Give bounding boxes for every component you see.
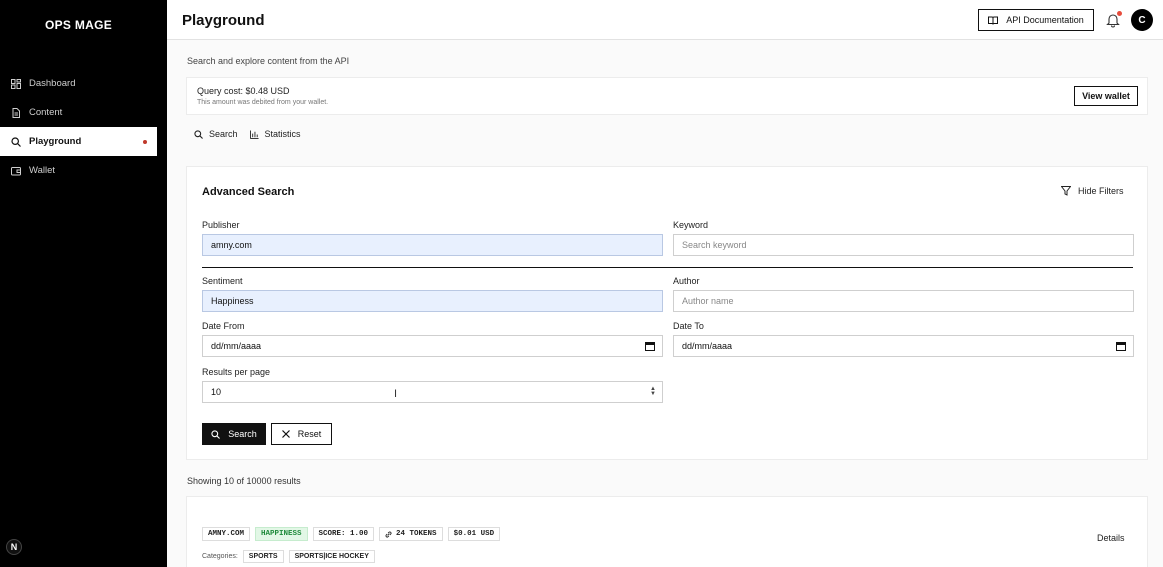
- sidebar-item-label: Dashboard: [29, 78, 76, 89]
- advanced-search-panel: Advanced Search Hide Filters Publisher a…: [186, 166, 1148, 460]
- api-documentation-label: API Documentation: [1006, 15, 1084, 25]
- sentiment-tag: HAPPINESS: [255, 527, 308, 541]
- date-to-field[interactable]: dd/mm/aaaa: [673, 335, 1134, 357]
- result-card: AMNY.COM HAPPINESS SCORE: 1.00 24 TOKENS…: [186, 496, 1148, 567]
- tab-search[interactable]: Search: [194, 129, 238, 139]
- date-from-field[interactable]: dd/mm/aaaa: [202, 335, 663, 357]
- sidebar-item-playground[interactable]: Playground: [0, 127, 157, 156]
- date-from-value: dd/mm/aaaa: [211, 341, 262, 351]
- search-button[interactable]: Search: [202, 423, 266, 445]
- results-per-page-value: 10: [211, 387, 222, 397]
- tab-statistics[interactable]: Statistics: [249, 129, 301, 139]
- sidebar-item-label: Playground: [29, 136, 82, 147]
- link-icon: [385, 531, 392, 537]
- stepper-arrows-icon[interactable]: ▲ ▼: [650, 386, 656, 397]
- publisher-field[interactable]: amny.com: [202, 234, 663, 256]
- search-icon: [211, 429, 221, 439]
- publisher-label: Publisher: [202, 220, 240, 230]
- sidebar-item-wallet[interactable]: Wallet: [0, 156, 157, 185]
- hide-filters-label: Hide Filters: [1078, 186, 1124, 196]
- dashboard-icon: [11, 78, 21, 89]
- text-cursor-icon: I: [394, 388, 398, 400]
- score-tag: SCORE: 1.00: [312, 527, 375, 541]
- api-documentation-button[interactable]: API Documentation: [978, 9, 1094, 31]
- author-field[interactable]: Author name: [673, 290, 1134, 312]
- publisher-tag: AMNY.COM: [202, 527, 251, 541]
- keyword-label: Keyword: [673, 220, 709, 230]
- close-icon: [281, 430, 290, 438]
- results-per-page-field[interactable]: 10 ▲ ▼: [202, 381, 663, 403]
- next-badge[interactable]: N: [6, 539, 22, 555]
- page-title: Playground: [182, 12, 265, 29]
- details-link[interactable]: Details: [1097, 533, 1125, 543]
- hide-filters-button[interactable]: Hide Filters: [1061, 186, 1124, 196]
- tokens-tag: 24 TOKENS: [379, 527, 443, 541]
- divider: [202, 267, 1133, 268]
- search-icon: [11, 136, 21, 147]
- categories-label: Categories:: [202, 553, 238, 560]
- results-per-page-label: Results per page: [202, 367, 271, 377]
- reset-button[interactable]: Reset: [271, 423, 332, 445]
- search-button-label: Search: [228, 429, 257, 439]
- filter-icon: [1061, 186, 1071, 196]
- app-logo: OPS MAGE: [44, 18, 113, 32]
- document-icon: [12, 107, 20, 118]
- query-cost-subtitle: This amount was debited from your wallet…: [197, 99, 329, 106]
- sidebar-item-label: Wallet: [29, 165, 56, 176]
- query-cost-panel: Query cost: $0.48 USD This amount was de…: [186, 77, 1148, 115]
- category-tag: SPORTS|ICE HOCKEY: [288, 550, 375, 563]
- sidebar-nav: Dashboard Content Playground Wallet: [0, 69, 167, 185]
- notification-dot: [1117, 11, 1122, 16]
- author-label: Author: [673, 276, 700, 286]
- sentiment-label: Sentiment: [202, 276, 243, 286]
- cost-tag: $0.01 USD: [447, 527, 501, 541]
- date-from-label: Date From: [202, 321, 245, 331]
- wallet-icon: [11, 166, 21, 175]
- calendar-icon[interactable]: [645, 341, 655, 351]
- query-cost-title: Query cost: $0.48 USD: [197, 86, 290, 96]
- date-to-value: dd/mm/aaaa: [682, 341, 733, 351]
- avatar[interactable]: C: [1131, 9, 1153, 31]
- result-categories: Categories: SPORTS SPORTS|ICE HOCKEY: [202, 550, 375, 563]
- result-tags: AMNY.COM HAPPINESS SCORE: 1.00 24 TOKENS…: [202, 527, 501, 541]
- sentiment-field[interactable]: Happiness: [202, 290, 663, 312]
- tokens-tag-label: 24 TOKENS: [396, 530, 437, 538]
- view-wallet-button[interactable]: View wallet: [1074, 86, 1138, 106]
- page-subtitle: Search and explore content from the API: [187, 56, 350, 66]
- tab-label: Statistics: [264, 129, 301, 139]
- sidebar-item-label: Content: [29, 107, 63, 118]
- results-count: Showing 10 of 10000 results: [187, 476, 301, 486]
- active-indicator-dot: [143, 139, 147, 144]
- sidebar-item-dashboard[interactable]: Dashboard: [0, 69, 157, 98]
- calendar-icon[interactable]: [1116, 341, 1126, 351]
- book-icon: [988, 16, 999, 25]
- tab-label: Search: [209, 129, 238, 139]
- advanced-search-title: Advanced Search: [202, 186, 295, 198]
- reset-button-label: Reset: [297, 429, 322, 439]
- search-icon: [194, 129, 203, 139]
- tab-bar: Search Statistics: [194, 129, 301, 139]
- bar-chart-icon: [249, 129, 259, 139]
- sidebar: OPS MAGE Dashboard Content Playground Wa…: [0, 0, 167, 567]
- category-tag: SPORTS: [242, 550, 284, 563]
- top-bar: Playground API Documentation C: [167, 0, 1163, 40]
- date-to-label: Date To: [673, 321, 704, 331]
- keyword-field[interactable]: Search keyword: [673, 234, 1134, 256]
- sidebar-item-content[interactable]: Content: [0, 98, 157, 127]
